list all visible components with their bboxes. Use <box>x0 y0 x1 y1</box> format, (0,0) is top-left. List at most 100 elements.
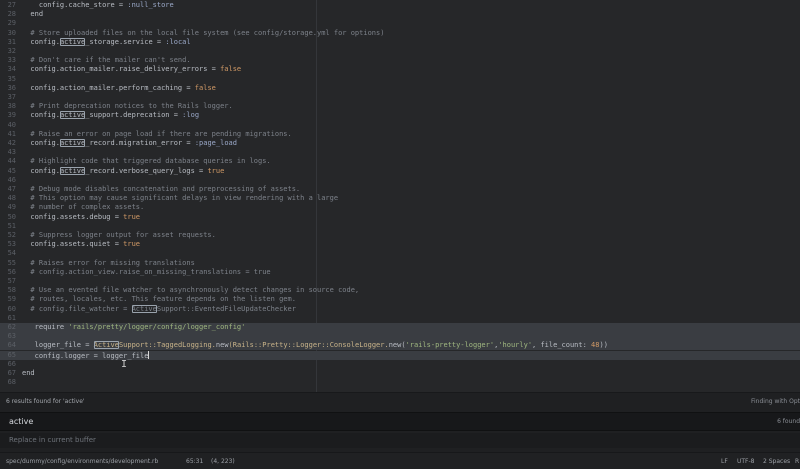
code-line[interactable]: 57 <box>0 277 800 286</box>
code-token: _record.migration_error = <box>85 139 195 147</box>
code-token: config. <box>22 37 60 46</box>
line-number: 53 <box>7 240 16 249</box>
code-token: _record.verbose_query_logs = <box>85 166 208 175</box>
code-line[interactable]: 65 config.logger = logger_file <box>0 350 800 360</box>
status-cursor-position[interactable]: 65:31 <box>186 458 203 465</box>
code-line[interactable]: 50 config.assets.debug = true <box>0 213 800 222</box>
line-number: 37 <box>7 93 16 101</box>
code-line[interactable]: 61 <box>0 314 800 323</box>
code-line[interactable]: 36 config.action_mailer.perform_caching … <box>0 84 800 93</box>
code-line[interactable]: 60 # config.file_watcher = ActiveSupport… <box>0 304 800 314</box>
code-line[interactable]: 43 <box>0 148 800 157</box>
code-line[interactable]: 44 # Highlight code that triggered datab… <box>0 157 800 166</box>
line-code: config.active_storage.service = :local <box>22 37 191 47</box>
line-number: 64 <box>7 341 16 350</box>
line-number: 31 <box>7 37 16 46</box>
code-token: Support::TaggedLogging. <box>118 341 216 350</box>
code-editor[interactable]: 27 config.cache_store = :null_store 28 en… <box>0 0 800 392</box>
code-token: Support::EventedFileUpdateChecker <box>156 304 296 313</box>
code-line[interactable]: 38 # Print deprecation notices to the Ra… <box>0 102 800 111</box>
line-code: config.active_support.deprecation = :log <box>22 111 199 120</box>
status-encoding[interactable]: UTF-8 <box>737 458 755 465</box>
line-code: end <box>22 10 43 19</box>
line-number: 62 <box>7 323 16 331</box>
code-token: # This option may cause significant dela… <box>22 194 339 203</box>
code-token: :null_store <box>127 1 174 9</box>
line-number: 38 <box>7 102 16 111</box>
code-line[interactable]: 42 config.active_record.migration_error … <box>0 139 800 148</box>
code-line[interactable]: 35 <box>0 75 800 84</box>
line-number: 28 <box>7 10 16 19</box>
code-line[interactable]: 45 config.active_record.verbose_query_lo… <box>0 166 800 176</box>
code-token: config.logger = logger_file <box>22 351 149 360</box>
line-code: # Use an evented file watcher to asynchr… <box>22 286 359 295</box>
status-file-path[interactable]: spec/dummy/config/environments/developme… <box>6 458 158 465</box>
code-line[interactable]: 66 <box>0 360 800 369</box>
line-number: 65 <box>7 350 16 359</box>
line-number: 48 <box>7 194 16 203</box>
code-line[interactable]: 40 <box>0 121 800 130</box>
status-indentation[interactable]: 2 Spaces <box>763 458 790 465</box>
line-code: # config.action_view.raise_on_missing_tr… <box>22 268 270 277</box>
code-token: # Store uploaded files on the local file… <box>22 28 385 37</box>
code-line[interactable]: 67 end <box>0 369 800 378</box>
code-line[interactable]: 41 # Raise an error on page load if ther… <box>0 130 800 139</box>
line-number: 41 <box>7 129 16 138</box>
code-token: end <box>22 369 35 377</box>
code-token: 'rails-pretty-logger' <box>405 341 495 350</box>
code-line[interactable]: 27 config.cache_store = :null_store <box>0 1 800 10</box>
search-match: active <box>59 166 86 175</box>
code-line[interactable]: 33 # Don't care if the mailer can't send… <box>0 56 800 65</box>
line-number: 42 <box>7 139 16 147</box>
code-line[interactable]: 59 # routes, locales, etc. This feature … <box>0 295 800 304</box>
code-line[interactable]: 39 config.active_support.deprecation = :… <box>0 111 800 120</box>
code-line[interactable]: 37 <box>0 93 800 102</box>
code-token: # Highlight code that triggered database… <box>22 157 271 166</box>
code-line[interactable]: 58 # Use an evented file watcher to asyn… <box>0 286 800 295</box>
find-input[interactable]: active 6 found <box>0 412 800 431</box>
line-number: 61 <box>7 313 16 322</box>
code-token: config. <box>22 111 60 120</box>
status-grammar[interactable]: R <box>795 458 799 465</box>
code-line[interactable]: 53 config.assets.quiet = true <box>0 240 800 249</box>
code-token: = <box>114 1 128 9</box>
code-line[interactable]: 48 # This option may cause significant d… <box>0 194 800 203</box>
code-token: # config.file_watcher = <box>22 304 132 313</box>
line-number: 54 <box>7 249 16 258</box>
code-line[interactable]: 62 require 'rails/pretty/logger/config/l… <box>0 323 800 332</box>
line-number: 39 <box>7 111 16 120</box>
code-line[interactable]: 31 config.active_storage.service = :loca… <box>0 37 800 47</box>
line-code: # config.file_watcher = ActiveSupport::E… <box>22 304 296 314</box>
line-number: 66 <box>7 359 16 368</box>
replace-input[interactable]: Replace in current buffer <box>0 433 800 448</box>
code-line[interactable]: 28 end <box>0 10 800 19</box>
code-line[interactable]: 34 config.action_mailer.raise_delivery_e… <box>0 65 800 74</box>
code-line[interactable]: 56 # config.action_view.raise_on_missing… <box>0 268 800 277</box>
code-line[interactable]: 49 # number of complex assets. <box>0 203 800 212</box>
code-line[interactable]: 51 <box>0 222 800 231</box>
code-line[interactable]: 64 logger_file = ActiveSupport::TaggedLo… <box>0 341 800 351</box>
line-number: 56 <box>7 267 16 276</box>
find-query: active <box>9 417 34 426</box>
line-number: 52 <box>7 231 16 239</box>
search-match: active <box>59 139 86 147</box>
line-code: # Print deprecation notices to the Rails… <box>22 102 232 111</box>
code-line[interactable]: 52 # Suppress logger output for asset re… <box>0 231 800 240</box>
code-line[interactable]: 46 <box>0 176 800 185</box>
code-line[interactable]: 54 <box>0 249 800 258</box>
status-selection-count: (4, 223) <box>211 458 235 465</box>
line-code: # Highlight code that triggered database… <box>22 157 271 166</box>
code-token: new <box>215 341 229 350</box>
code-line[interactable]: 55 # Raises error for missing translatio… <box>0 259 800 268</box>
code-line[interactable]: 68 <box>0 378 800 387</box>
code-line[interactable]: 32 <box>0 47 800 56</box>
code-line[interactable]: 47 # Debug mode disables concatenation a… <box>0 185 800 194</box>
code-token: config. <box>22 139 60 147</box>
code-line[interactable]: 29 <box>0 19 800 28</box>
code-line[interactable]: 30 # Store uploaded files on the local f… <box>0 29 800 38</box>
code-token: :page_load <box>194 139 237 147</box>
status-line-ending[interactable]: LF <box>721 458 728 465</box>
line-number: 49 <box>7 203 16 212</box>
code-line[interactable]: 63 <box>0 332 800 342</box>
line-code: # Store uploaded files on the local file… <box>22 29 384 38</box>
